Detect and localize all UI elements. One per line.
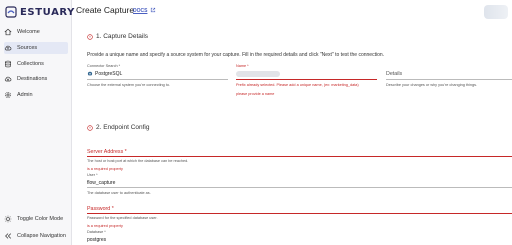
sidebar-item-welcome[interactable]: Welcome bbox=[4, 26, 68, 38]
toggle-color-mode-button[interactable]: Toggle Color Mode bbox=[4, 213, 68, 225]
cloud-upload-icon bbox=[4, 45, 12, 51]
endpoint-config-header[interactable]: 2. Endpoint Config bbox=[87, 124, 149, 131]
password-helper: Password for the specified database user… bbox=[87, 216, 158, 220]
error-circle-icon bbox=[87, 124, 93, 131]
sidebar-item-sources[interactable]: Sources bbox=[4, 42, 68, 54]
gear-icon bbox=[5, 92, 11, 98]
collapse-navigation-button[interactable]: Collapse Navigation bbox=[4, 230, 68, 242]
user-underline bbox=[87, 187, 512, 188]
cloud-download-icon bbox=[4, 76, 12, 82]
name-prefix-value[interactable] bbox=[236, 71, 280, 77]
database-icon bbox=[5, 60, 11, 68]
estuary-logo-icon bbox=[5, 6, 17, 18]
sidebar-item-collections[interactable]: Collections bbox=[4, 58, 68, 70]
sun-icon bbox=[4, 215, 12, 223]
sidebar-item-destinations[interactable]: Destinations bbox=[4, 73, 68, 85]
details-label: Details bbox=[386, 71, 403, 77]
user-label: User * bbox=[87, 173, 98, 177]
name-helper: Prefix already selected. Please add a un… bbox=[236, 83, 359, 87]
database-input[interactable]: postgres bbox=[87, 237, 106, 243]
sidebar-item-label: Destinations bbox=[17, 76, 48, 82]
capture-details-header[interactable]: 1. Capture Details bbox=[87, 33, 148, 40]
connector-search-underline bbox=[87, 79, 228, 80]
server-address-error: is a required property bbox=[87, 167, 123, 171]
endpoint-config-title: 2. Endpoint Config bbox=[96, 124, 150, 131]
postgresql-icon bbox=[87, 71, 93, 76]
estuary-logo[interactable]: ESTUARY bbox=[5, 6, 75, 18]
database-label: Database * bbox=[87, 230, 106, 234]
server-address-label: Server Address * bbox=[87, 149, 127, 155]
capture-details-description: Provide a unique name and specify a sour… bbox=[87, 52, 385, 58]
home-icon bbox=[4, 28, 12, 36]
page-title: Create Capture bbox=[76, 5, 135, 15]
server-address-helper: The host or host:port at which the datab… bbox=[87, 159, 189, 163]
server-address-input[interactable] bbox=[87, 156, 512, 157]
details-input[interactable] bbox=[386, 79, 512, 80]
sidebar-item-label: Welcome bbox=[17, 29, 40, 35]
password-label: Password * bbox=[87, 206, 114, 212]
external-link-icon[interactable] bbox=[150, 7, 156, 13]
sidebar: ESTUARY Welcome Sources Collections Dest… bbox=[0, 0, 75, 245]
sidebar-item-label: Admin bbox=[17, 92, 33, 98]
sidebar-item-label: Sources bbox=[17, 45, 38, 51]
password-input[interactable] bbox=[87, 213, 512, 214]
docs-link[interactable]: DOCS bbox=[133, 8, 147, 14]
sidebar-item-label: Collections bbox=[17, 61, 44, 67]
connector-search-input[interactable]: PostgreSQL bbox=[95, 71, 122, 77]
password-error: is a required property bbox=[87, 224, 123, 228]
sidebar-item-admin[interactable]: Admin bbox=[4, 89, 68, 101]
user-input[interactable]: flow_capture bbox=[87, 180, 115, 186]
details-helper: Describe your changes or why you're chan… bbox=[386, 83, 478, 87]
error-circle-icon bbox=[87, 33, 93, 40]
collapse-navigation-label: Collapse Navigation bbox=[17, 233, 66, 239]
avatar[interactable] bbox=[484, 5, 508, 19]
user-helper: The database user to authenticate as. bbox=[87, 191, 151, 195]
name-label: Name * bbox=[236, 64, 249, 68]
capture-details-title: 1. Capture Details bbox=[96, 33, 149, 40]
name-error: please provide a name bbox=[236, 92, 275, 96]
name-underline bbox=[236, 79, 377, 80]
brand-name: ESTUARY bbox=[20, 6, 76, 18]
connector-search-label: Connector Search * bbox=[87, 64, 121, 68]
toggle-color-mode-label: Toggle Color Mode bbox=[17, 216, 64, 222]
connector-search-helper: Choose the external system you're connec… bbox=[87, 83, 171, 87]
double-chevron-left-icon bbox=[5, 233, 12, 239]
